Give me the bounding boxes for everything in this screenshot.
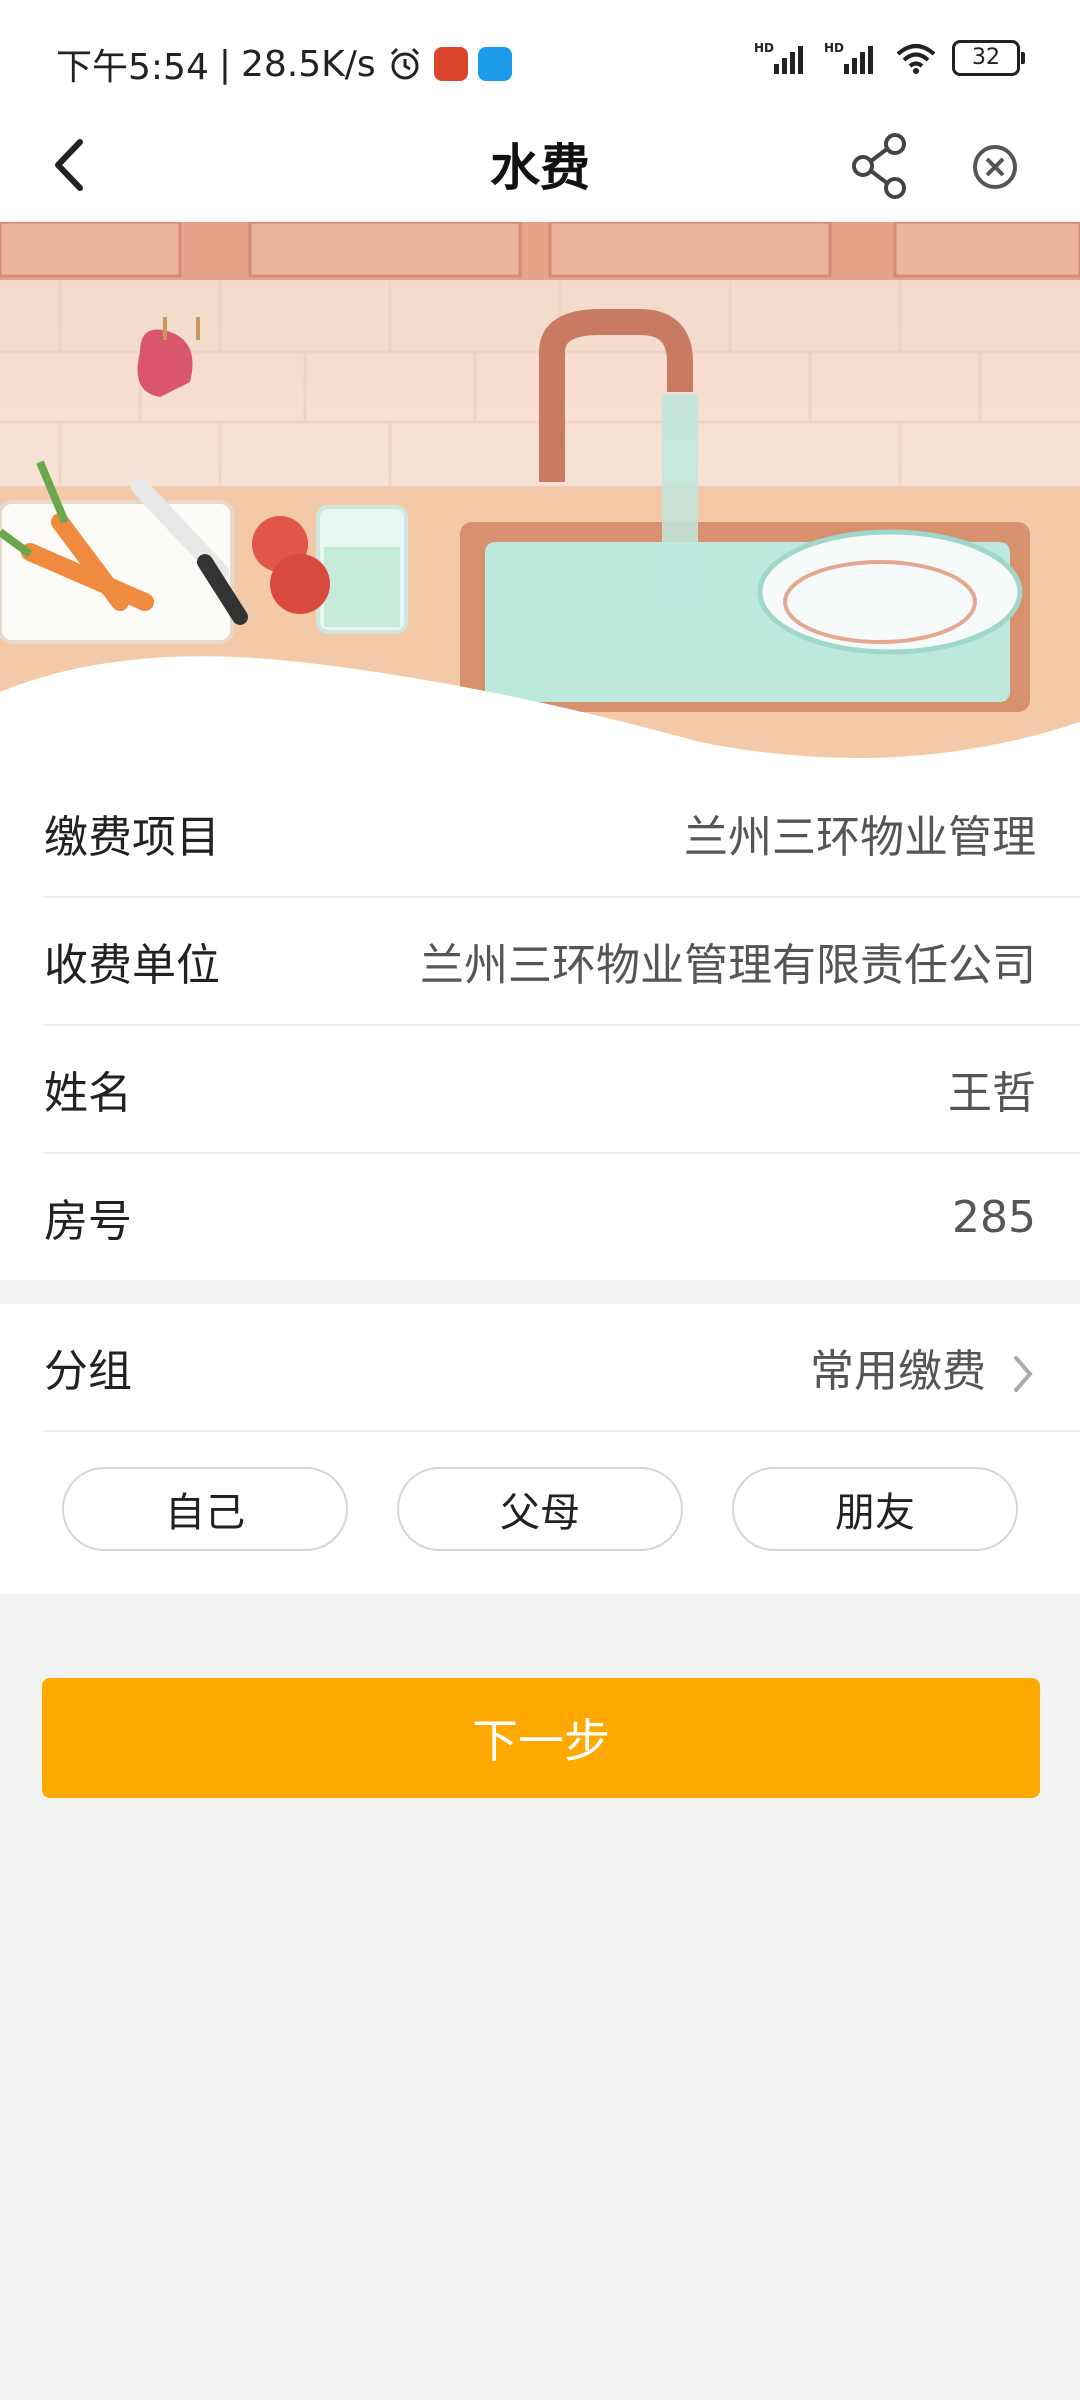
kitchen-sink-banner: [0, 222, 1080, 772]
next-step-button[interactable]: 下一步: [42, 1678, 1040, 1798]
group-chips: 自己 父母 朋友: [62, 1467, 1018, 1551]
battery-level: 32: [972, 45, 1000, 70]
payee-label: 收费单位: [44, 940, 220, 991]
status-speed: 28.5K/s: [240, 43, 376, 85]
group-section: 分组 常用缴费 自己 父母 朋友: [0, 1304, 1080, 1594]
chip-self[interactable]: 自己: [62, 1467, 348, 1551]
status-time: 下午5:54: [56, 47, 209, 88]
item-label: 缴费项目: [44, 812, 220, 863]
info-row-name: 姓名 王哲: [44, 1026, 1080, 1154]
app-notification-icon: [433, 47, 468, 81]
payee-value: 兰州三环物业管理有限责任公司: [420, 940, 1036, 991]
group-value-wrap: 常用缴费: [810, 1335, 1036, 1399]
browser-notification-icon: [477, 47, 512, 81]
nav-header: 水费: [0, 110, 1080, 222]
close-miniapp-icon[interactable]: [962, 130, 1028, 200]
info-row-item: 缴费项目 兰州三环物业管理: [44, 770, 1080, 898]
item-value: 兰州三环物业管理: [684, 812, 1036, 863]
wifi-icon: [896, 44, 936, 74]
alarm-icon: [390, 47, 419, 80]
share-icon[interactable]: [845, 126, 915, 206]
status-separator: |: [218, 43, 231, 85]
network-label-2: HD: [824, 41, 844, 55]
chip-friends[interactable]: 朋友: [732, 1467, 1018, 1551]
payment-info-list: 缴费项目 兰州三环物业管理 收费单位 兰州三环物业管理有限责任公司 姓名 王哲 …: [0, 770, 1080, 1280]
group-selector-row[interactable]: 分组 常用缴费: [44, 1304, 1080, 1432]
chip-parents[interactable]: 父母: [397, 1467, 683, 1551]
info-row-payee: 收费单位 兰州三环物业管理有限责任公司: [44, 898, 1080, 1026]
name-label: 姓名: [44, 1068, 132, 1119]
info-row-room: 房号 285: [44, 1154, 1080, 1280]
battery-icon: 32: [952, 40, 1025, 76]
room-value: 285: [952, 1191, 1036, 1243]
name-value: 王哲: [948, 1068, 1036, 1119]
chevron-right-icon: [1014, 1356, 1033, 1392]
status-left: 下午5:54 | 28.5K/s: [56, 38, 512, 90]
group-value: 常用缴费: [810, 1346, 986, 1397]
signal-icon: HD: [754, 41, 803, 74]
network-label-1: HD: [754, 41, 774, 55]
group-label: 分组: [44, 1346, 132, 1397]
signal-icon-2: HD: [824, 41, 873, 74]
page-title: 水费: [490, 139, 590, 197]
status-right: HD HD 32: [754, 40, 1025, 76]
status-bar: 下午5:54 | 28.5K/s HD HD 32: [0, 0, 1080, 110]
room-label: 房号: [44, 1196, 132, 1247]
